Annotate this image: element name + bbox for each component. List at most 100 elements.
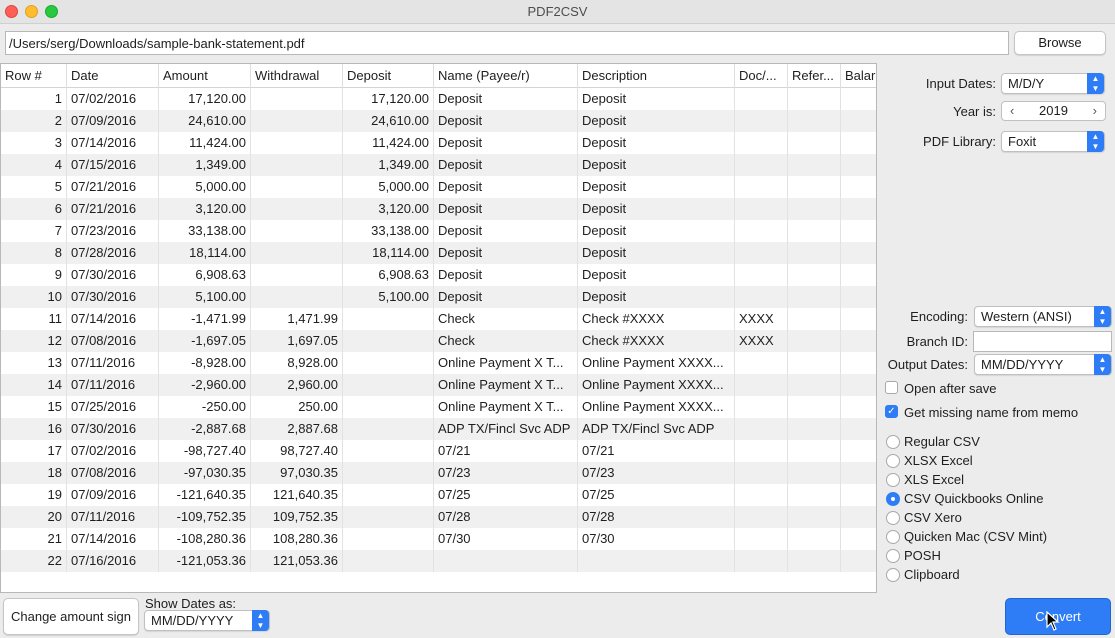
column-header[interactable]: Doc/... <box>735 64 788 88</box>
table-cell[interactable] <box>251 220 343 242</box>
year-stepper[interactable]: ‹ 2019 › <box>1001 101 1106 121</box>
table-cell[interactable] <box>841 154 876 176</box>
table-cell[interactable]: -1,471.99 <box>159 308 251 330</box>
table-cell[interactable] <box>735 374 788 396</box>
missing-name-checkbox[interactable]: ✓ <box>885 405 898 418</box>
table-cell[interactable] <box>841 330 876 352</box>
table-cell[interactable]: 07/23 <box>578 462 735 484</box>
table-cell[interactable] <box>841 242 876 264</box>
table-cell[interactable]: 07/30/2016 <box>67 418 159 440</box>
table-cell[interactable]: Check #XXXX <box>578 308 735 330</box>
table-cell[interactable]: Online Payment X T... <box>434 396 578 418</box>
table-cell[interactable] <box>841 198 876 220</box>
table-cell[interactable] <box>343 308 434 330</box>
table-cell[interactable]: 24,610.00 <box>343 110 434 132</box>
table-cell[interactable]: XXXX <box>735 308 788 330</box>
table-cell[interactable]: Deposit <box>434 198 578 220</box>
table-cell[interactable] <box>788 484 841 506</box>
table-cell[interactable] <box>343 528 434 550</box>
table-cell[interactable] <box>841 220 876 242</box>
table-cell[interactable] <box>841 484 876 506</box>
table-cell[interactable]: Online Payment X T... <box>434 352 578 374</box>
chevron-left-icon[interactable]: ‹ <box>1010 102 1014 120</box>
format-radio[interactable] <box>886 454 900 468</box>
format-radio-label[interactable]: Regular CSV <box>904 434 980 449</box>
table-cell[interactable]: 5,000.00 <box>343 176 434 198</box>
table-cell[interactable]: Deposit <box>578 286 735 308</box>
table-cell[interactable]: 07/28 <box>434 506 578 528</box>
table-row[interactable]: 13 07/11/2016 -8,928.00 8,928.00 Online Paym… <box>1 352 876 374</box>
table-cell[interactable]: 15 <box>1 396 67 418</box>
format-radio-label[interactable]: POSH <box>904 548 941 563</box>
input-dates-select[interactable]: M/D/Y ▲ ▼ <box>1001 73 1105 94</box>
table-cell[interactable]: 07/02/2016 <box>67 88 159 110</box>
table-cell[interactable] <box>788 440 841 462</box>
table-cell[interactable] <box>735 506 788 528</box>
table-cell[interactable] <box>841 550 876 572</box>
table-cell[interactable]: 3 <box>1 132 67 154</box>
table-cell[interactable]: 07/21 <box>578 440 735 462</box>
table-row[interactable]: 4 07/15/2016 1,349.00 1,349.00 Deposit Deposi… <box>1 154 876 176</box>
table-cell[interactable] <box>841 352 876 374</box>
table-cell[interactable] <box>841 286 876 308</box>
table-row[interactable]: 14 07/11/2016 -2,960.00 2,960.00 Online Paym… <box>1 374 876 396</box>
table-cell[interactable]: 98,727.40 <box>251 440 343 462</box>
column-header[interactable]: Row # <box>1 64 67 88</box>
table-row[interactable]: 8 07/28/2016 18,114.00 18,114.00 Deposit Depo… <box>1 242 876 264</box>
table-cell[interactable]: Deposit <box>434 286 578 308</box>
table-row[interactable]: 10 07/30/2016 5,100.00 5,100.00 Deposit Depos… <box>1 286 876 308</box>
missing-name-label[interactable]: Get missing name from memo <box>904 405 1078 420</box>
table-cell[interactable] <box>788 110 841 132</box>
output-dates-select[interactable]: MM/DD/YYYY ▲ ▼ <box>974 354 1112 375</box>
table-cell[interactable]: Deposit <box>578 176 735 198</box>
table-cell[interactable] <box>735 352 788 374</box>
format-radio[interactable] <box>886 530 900 544</box>
table-cell[interactable] <box>251 88 343 110</box>
table-cell[interactable]: Deposit <box>434 264 578 286</box>
table-cell[interactable] <box>841 264 876 286</box>
table-cell[interactable]: 17,120.00 <box>343 88 434 110</box>
table-cell[interactable]: 108,280.36 <box>251 528 343 550</box>
table-cell[interactable]: -121,053.36 <box>159 550 251 572</box>
table-cell[interactable]: Check #XXXX <box>578 330 735 352</box>
table-cell[interactable] <box>735 462 788 484</box>
format-radio-label[interactable]: XLSX Excel <box>904 453 973 468</box>
table-row[interactable]: 3 07/14/2016 11,424.00 11,424.00 Deposit Depo… <box>1 132 876 154</box>
table-cell[interactable]: 11,424.00 <box>159 132 251 154</box>
table-cell[interactable] <box>841 418 876 440</box>
table-cell[interactable] <box>735 264 788 286</box>
format-radio-label[interactable]: Quicken Mac (CSV Mint) <box>904 529 1047 544</box>
table-cell[interactable] <box>735 154 788 176</box>
table-cell[interactable] <box>841 308 876 330</box>
table-cell[interactable] <box>251 132 343 154</box>
table-cell[interactable] <box>434 550 578 572</box>
table-cell[interactable]: 33,138.00 <box>343 220 434 242</box>
table-cell[interactable]: 97,030.35 <box>251 462 343 484</box>
column-header[interactable]: Name (Payee/r) <box>434 64 578 88</box>
table-cell[interactable]: 6 <box>1 198 67 220</box>
table-cell[interactable]: 9 <box>1 264 67 286</box>
open-after-save-checkbox[interactable] <box>885 381 898 394</box>
table-cell[interactable] <box>788 132 841 154</box>
table-cell[interactable] <box>735 88 788 110</box>
table-cell[interactable]: 07/30/2016 <box>67 264 159 286</box>
table-cell[interactable]: 07/30 <box>434 528 578 550</box>
table-cell[interactable] <box>343 330 434 352</box>
table-cell[interactable] <box>841 396 876 418</box>
table-cell[interactable]: 17 <box>1 440 67 462</box>
table-cell[interactable] <box>251 286 343 308</box>
table-cell[interactable] <box>251 198 343 220</box>
table-cell[interactable]: 2 <box>1 110 67 132</box>
table-cell[interactable]: 07/25/2016 <box>67 396 159 418</box>
table-row[interactable]: 5 07/21/2016 5,000.00 5,000.00 Deposit Deposi… <box>1 176 876 198</box>
table-cell[interactable] <box>841 110 876 132</box>
change-amount-sign-button[interactable]: Change amount sign <box>3 598 139 635</box>
format-radio[interactable] <box>886 568 900 582</box>
table-cell[interactable]: Deposit <box>578 88 735 110</box>
table-cell[interactable] <box>251 110 343 132</box>
table-cell[interactable] <box>788 308 841 330</box>
table-cell[interactable] <box>788 88 841 110</box>
table-cell[interactable] <box>735 110 788 132</box>
table-cell[interactable] <box>735 528 788 550</box>
table-cell[interactable]: 17,120.00 <box>159 88 251 110</box>
